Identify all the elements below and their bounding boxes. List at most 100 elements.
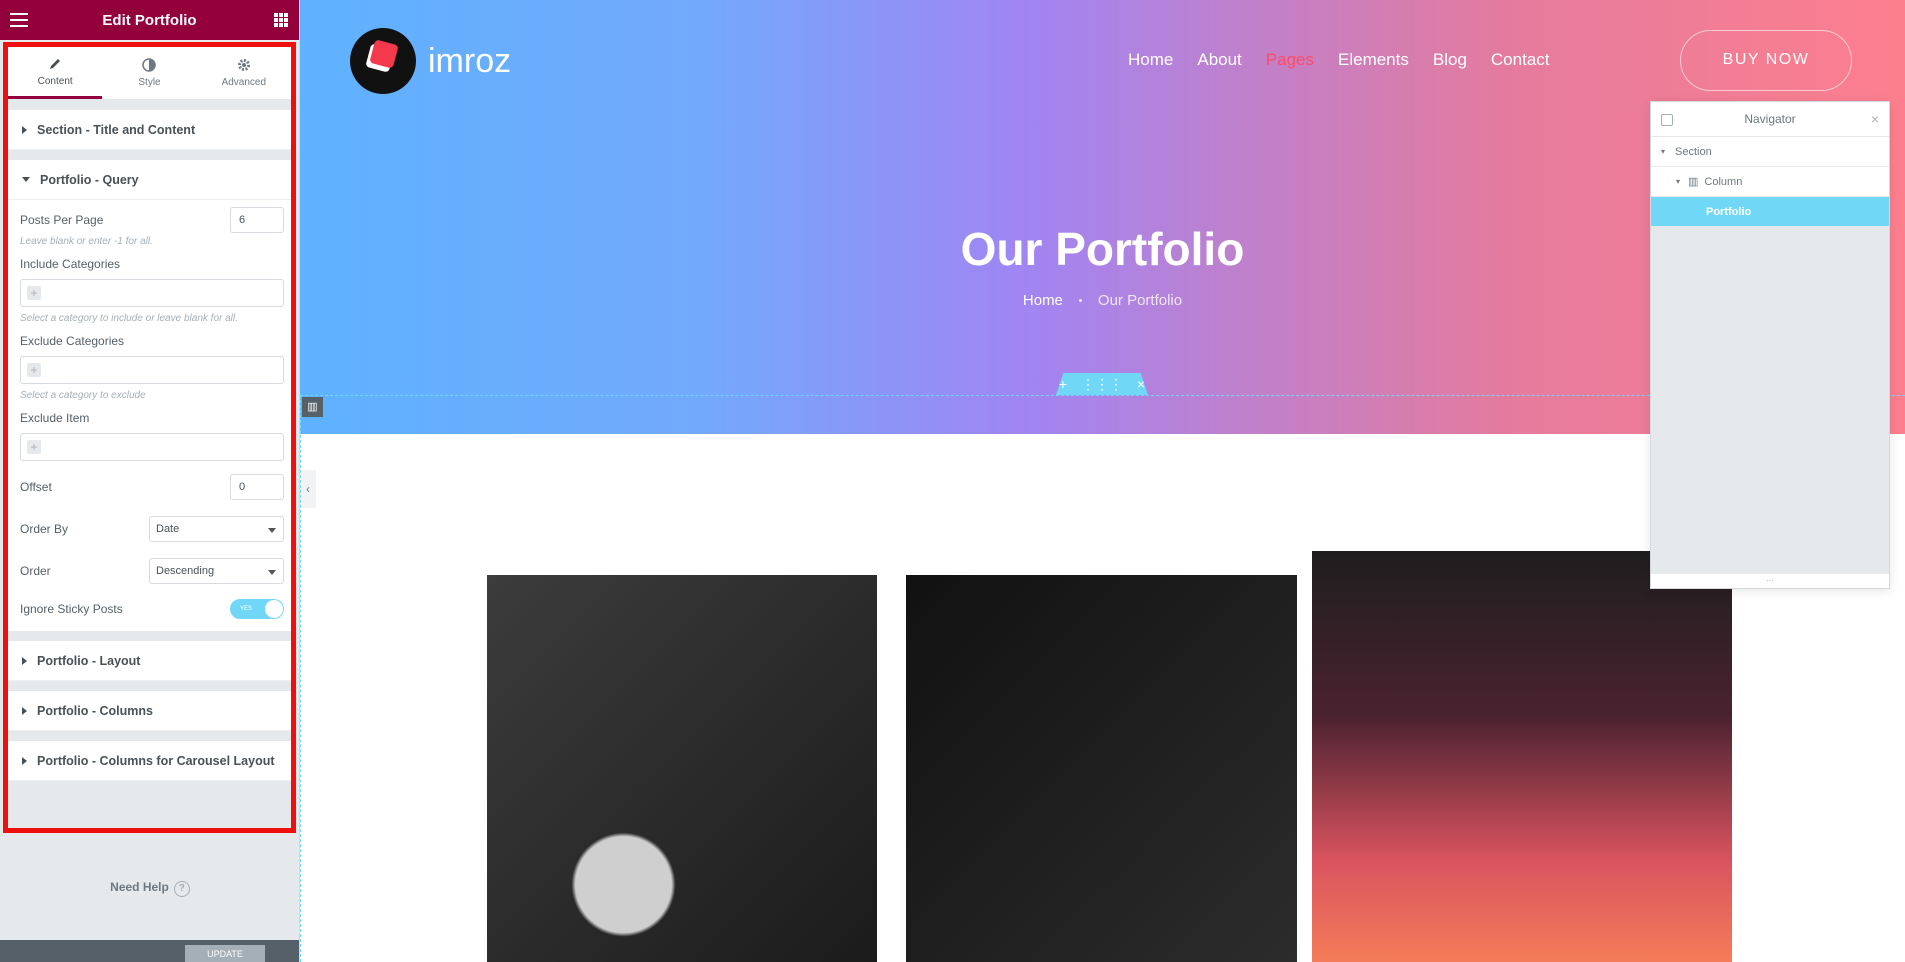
- section-layout[interactable]: Portfolio - Layout: [8, 641, 291, 681]
- offset-input[interactable]: 0: [230, 474, 284, 500]
- column-outline: [300, 395, 301, 962]
- ignore-sticky-row: Ignore Sticky Posts YES: [20, 595, 284, 623]
- order-select[interactable]: Descending: [149, 558, 284, 584]
- order-row: Order Descending: [20, 557, 284, 585]
- order-label: Order: [20, 564, 51, 578]
- editor-panel: Edit Portfolio Content Style Advanced Se…: [0, 0, 300, 962]
- toggle-knob: [265, 600, 283, 618]
- collapse-panel-toggle[interactable]: ‹: [300, 470, 316, 508]
- tab-advanced-label: Advanced: [221, 77, 267, 88]
- ignore-sticky-label: Ignore Sticky Posts: [20, 602, 123, 616]
- section-gap: [8, 681, 291, 691]
- order-by-select[interactable]: Date: [149, 516, 284, 542]
- tab-style[interactable]: Style: [102, 47, 196, 99]
- breadcrumb-separator: [1078, 299, 1082, 302]
- portfolio-image-woman[interactable]: [1312, 551, 1732, 962]
- section-handle[interactable]: + ⋮⋮⋮ ×: [1056, 373, 1148, 395]
- posts-per-page-label: Posts Per Page: [20, 213, 104, 227]
- tab-content-label: Content: [37, 75, 73, 87]
- caret-right-icon: [22, 125, 27, 134]
- navigator-item-section[interactable]: ▾ Section: [1651, 137, 1889, 167]
- editor-tabs: Content Style Advanced: [8, 47, 291, 100]
- order-by-row: Order By Date: [20, 515, 284, 543]
- navigator-item-portfolio-label: Portfolio: [1706, 205, 1752, 218]
- widgets-grid-icon[interactable]: [274, 13, 288, 27]
- navigator-resize-handle[interactable]: ...: [1651, 574, 1889, 588]
- tab-advanced[interactable]: Advanced: [197, 47, 291, 99]
- close-icon[interactable]: ×: [1871, 111, 1879, 127]
- section-columns-label: Portfolio - Columns: [37, 703, 153, 718]
- caret-right-icon: [22, 756, 27, 765]
- section-layout-label: Portfolio - Layout: [37, 653, 141, 668]
- section-query[interactable]: Portfolio - Query: [8, 160, 291, 200]
- include-categories-description: Select a category to include or leave bl…: [20, 313, 238, 324]
- order-by-label: Order By: [20, 522, 69, 536]
- chevron-down-icon: ▾: [1676, 177, 1681, 186]
- section-carousel-label: Portfolio - Columns for Carousel Layout: [37, 753, 275, 768]
- ignore-sticky-toggle[interactable]: YES: [230, 599, 284, 619]
- exclude-categories-description: Select a category to exclude: [20, 390, 146, 401]
- include-categories-label: Include Categories: [20, 257, 121, 271]
- include-categories-select[interactable]: +: [20, 279, 284, 307]
- exclude-categories-select[interactable]: +: [20, 356, 284, 384]
- pencil-icon: [50, 58, 61, 69]
- posts-per-page-input[interactable]: 6: [230, 207, 284, 233]
- need-help-link[interactable]: Need Help?: [0, 880, 299, 897]
- tab-content[interactable]: Content: [8, 47, 103, 99]
- highlight-box: Content Style Advanced Section - Title a…: [3, 42, 296, 833]
- logo-text: imroz: [428, 41, 512, 80]
- hamburger-icon[interactable]: [10, 13, 28, 31]
- column-handle-icon[interactable]: ▥: [302, 397, 323, 417]
- exclude-categories-label: Exclude Categories: [20, 334, 125, 348]
- buy-now-button[interactable]: BUY NOW: [1680, 30, 1852, 91]
- nav-elements[interactable]: Elements: [1338, 50, 1409, 70]
- query-controls: Posts Per Page 6 Leave blank or enter -1…: [8, 200, 291, 631]
- collapse-all-icon[interactable]: [1661, 114, 1673, 126]
- breadcrumb-home[interactable]: Home: [1023, 292, 1063, 309]
- nav-about[interactable]: About: [1197, 50, 1241, 70]
- editor-title: Edit Portfolio: [102, 11, 197, 29]
- caret-down-icon: [22, 177, 30, 182]
- gear-icon: [237, 59, 250, 71]
- editor-footer: UPDATE: [0, 940, 299, 962]
- section-columns[interactable]: Portfolio - Columns: [8, 691, 291, 731]
- portfolio-image-microphone[interactable]: [906, 575, 1297, 962]
- navigator-title: Navigator: [1744, 112, 1796, 126]
- exclude-item-label: Exclude Item: [20, 411, 90, 425]
- site-logo[interactable]: imroz: [350, 28, 511, 94]
- nav-blog[interactable]: Blog: [1433, 50, 1467, 70]
- section-title-content[interactable]: Section - Title and Content: [8, 110, 291, 150]
- drag-handle-icon[interactable]: ⋮⋮⋮: [1081, 376, 1123, 393]
- posts-per-page-row: Posts Per Page 6: [20, 206, 284, 234]
- section-gap: [8, 100, 291, 110]
- section-carousel[interactable]: Portfolio - Columns for Carousel Layout: [8, 741, 291, 781]
- caret-right-icon: [22, 706, 27, 715]
- nav-home[interactable]: Home: [1128, 50, 1173, 70]
- nav-contact[interactable]: Contact: [1491, 50, 1550, 70]
- logo-mark-icon: [350, 28, 416, 94]
- section-gap: [8, 150, 291, 160]
- section-gap: [8, 731, 291, 741]
- main-nav: Home About Pages Elements Blog Contact: [1128, 50, 1550, 70]
- navigator-item-portfolio[interactable]: Portfolio: [1651, 197, 1889, 227]
- navigator-panel: Navigator × ▾ Section ▾ ▥ Column Portfol…: [1650, 101, 1890, 589]
- plus-icon: +: [27, 286, 41, 300]
- section-title-content-label: Section - Title and Content: [37, 122, 196, 137]
- nav-pages[interactable]: Pages: [1266, 50, 1314, 70]
- breadcrumb-current: Our Portfolio: [1097, 292, 1183, 309]
- plus-icon: +: [27, 363, 41, 377]
- toggle-value: YES: [240, 606, 253, 612]
- need-help-label: Need Help: [110, 880, 169, 894]
- navigator-item-column[interactable]: ▾ ▥ Column: [1651, 167, 1889, 197]
- section-gap: [8, 631, 291, 641]
- contrast-icon: [142, 58, 157, 72]
- navigator-header: Navigator ×: [1651, 102, 1889, 137]
- exclude-item-select[interactable]: +: [20, 433, 284, 461]
- offset-row: Offset 0: [20, 473, 284, 501]
- editor-header: Edit Portfolio: [0, 0, 299, 40]
- caret-right-icon: [22, 656, 27, 665]
- navigator-item-section-label: Section: [1675, 145, 1712, 158]
- tab-style-label: Style: [138, 77, 161, 88]
- portfolio-image-plant[interactable]: [487, 575, 877, 962]
- update-button[interactable]: UPDATE: [185, 945, 265, 962]
